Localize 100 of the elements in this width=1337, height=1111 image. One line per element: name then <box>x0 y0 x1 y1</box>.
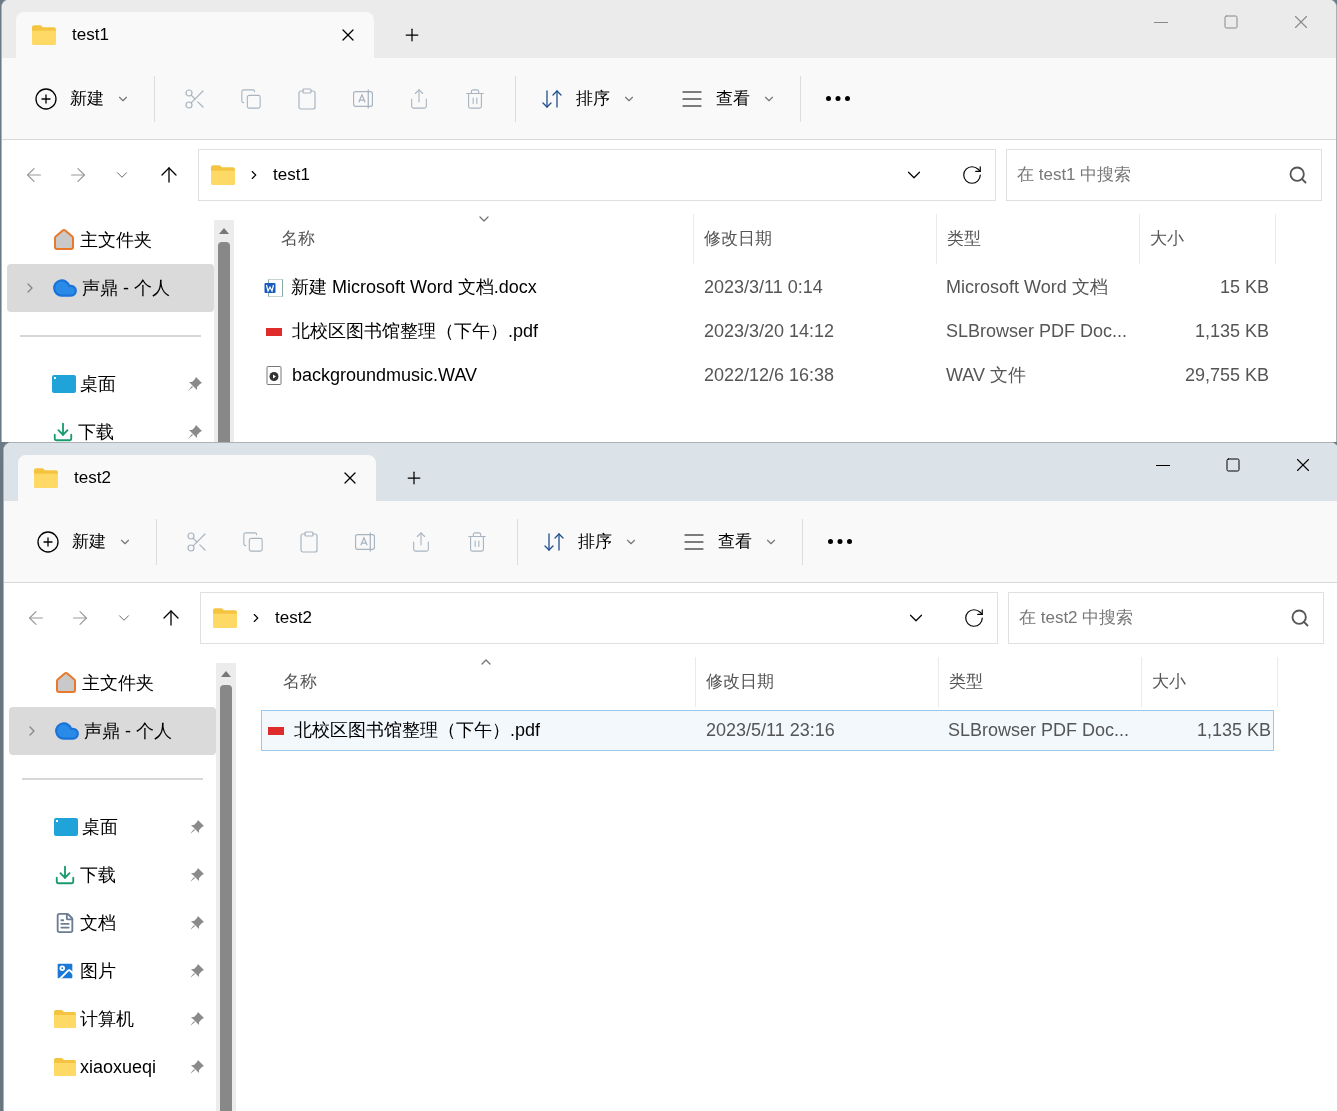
tab[interactable]: test1 <box>16 12 374 58</box>
share-icon <box>408 87 430 110</box>
view-button[interactable]: 查看 <box>668 78 788 119</box>
pin-icon <box>188 377 202 391</box>
clipboard-icon <box>297 529 321 554</box>
pin-icon <box>188 425 202 439</box>
sidebar-item[interactable]: xiaoxueqi <box>9 1043 216 1091</box>
file-size: 1,135 KB <box>1195 719 1272 742</box>
tab-title: test1 <box>72 24 110 47</box>
folder-icon <box>213 608 237 628</box>
column-header[interactable]: 名称 <box>258 669 317 695</box>
modified-date: 2023/5/11 23:16 <box>705 719 836 742</box>
column-header[interactable]: 大小 <box>1140 226 1184 252</box>
file-type: SLBrowser PDF Doc... <box>945 320 1129 343</box>
column-header[interactable]: 名称 <box>256 226 315 252</box>
search-field[interactable]: 在 test1 中搜索 <box>1006 149 1322 201</box>
sidebar-item[interactable]: 主文件夹 <box>9 659 216 707</box>
sidebar-item[interactable]: 桌面 <box>7 360 214 408</box>
address-path: test2 <box>275 607 313 630</box>
file-type: WAV 文件 <box>945 364 1027 387</box>
file-size: 1,135 KB <box>1193 320 1270 343</box>
sidebar-label: xiaoxueqi <box>80 1055 158 1079</box>
sort-button[interactable]: 排序 <box>530 521 650 562</box>
sidebar-label: 主文件夹 <box>82 671 155 695</box>
audio-file-icon <box>266 366 282 385</box>
maximize-icon <box>1225 457 1241 473</box>
folder-icon <box>211 165 235 185</box>
sidebar-item[interactable]: 声鼎 - 个人 <box>7 264 214 312</box>
pin-icon <box>190 820 204 834</box>
rename-icon <box>353 88 373 109</box>
sidebar-item[interactable]: 下载 <box>7 408 214 442</box>
sidebar-label: 桌面 <box>80 372 117 396</box>
copy-icon <box>242 530 264 553</box>
rename-icon <box>355 531 375 552</box>
trash-icon <box>466 530 488 553</box>
maximize-icon <box>1223 14 1239 30</box>
column-header[interactable]: 修改日期 <box>696 669 774 695</box>
sort-button[interactable]: 排序 <box>528 78 648 119</box>
word-document-icon <box>264 278 283 297</box>
new-button[interactable]: 新建 <box>22 78 142 119</box>
sidebar-label: 声鼎 - 个人 <box>84 719 173 743</box>
modified-date: 2023/3/20 14:12 <box>703 320 836 343</box>
search-field[interactable]: 在 test2 中搜索 <box>1008 592 1324 644</box>
file-size: 29,755 KB <box>1183 364 1270 387</box>
sidebar-item[interactable]: 计算机 <box>9 995 216 1043</box>
sidebar-label: 文档 <box>80 911 117 935</box>
modified-date: 2023/3/11 0:14 <box>703 276 824 299</box>
clipboard-icon <box>295 86 319 111</box>
file-row[interactable]: 北校区图书馆整理（下午）.pdf 2023/5/11 23:16 SLBrowser PDF Doc... 1,135 KB <box>261 710 1274 751</box>
pin-icon <box>190 868 204 882</box>
desktop-icon <box>54 818 78 836</box>
sidebar-label: 声鼎 - 个人 <box>82 276 171 300</box>
file-name: backgroundmusic.WAV <box>292 364 478 387</box>
file-row[interactable]: 北校区图书馆整理（下午）.pdf 2023/3/20 14:12 SLBrowser PDF Doc... 1,135 KB <box>259 311 1272 352</box>
tab[interactable]: test2 <box>18 455 376 501</box>
column-header[interactable]: 类型 <box>937 226 981 252</box>
file-row[interactable]: backgroundmusic.WAV 2022/12/6 16:38 WAV 文件 29,755 KB <box>259 355 1272 396</box>
column-header[interactable]: 大小 <box>1142 669 1186 695</box>
refresh-icon[interactable] <box>961 164 983 186</box>
more-icon <box>826 96 850 101</box>
file-row[interactable]: 新建 Microsoft Word 文档.docx 2023/3/11 0:14 Microsoft Word 文档 15 KB <box>259 267 1272 308</box>
tab-title: test2 <box>74 467 112 490</box>
sidebar-item[interactable]: 图片 <box>9 947 216 995</box>
download-icon <box>52 421 74 442</box>
sidebar-item[interactable]: 下载 <box>9 851 216 899</box>
sidebar-label: 主文件夹 <box>80 228 153 252</box>
view-button[interactable]: 查看 <box>670 521 790 562</box>
sidebar-label: 下载 <box>78 420 115 442</box>
sidebar-item[interactable]: 主文件夹 <box>7 216 214 264</box>
sidebar-item[interactable]: 文档 <box>9 899 216 947</box>
sidebar-label: 下载 <box>80 863 117 887</box>
sidebar-label: 计算机 <box>80 1007 135 1031</box>
pdf-icon <box>268 726 284 735</box>
folder-icon <box>54 1010 76 1028</box>
modified-date: 2022/12/6 16:38 <box>703 364 836 387</box>
picture-icon <box>54 960 76 982</box>
address-bar[interactable]: test2 <box>200 592 998 644</box>
file-size: 15 KB <box>1218 276 1270 299</box>
more-icon <box>828 539 852 544</box>
pin-icon <box>190 916 204 930</box>
home-icon <box>52 228 76 252</box>
plus-circle-icon <box>36 529 60 554</box>
file-name: 新建 Microsoft Word 文档.docx <box>291 276 537 299</box>
column-header[interactable]: 类型 <box>939 669 983 695</box>
refresh-icon[interactable] <box>963 607 985 629</box>
file-type: Microsoft Word 文档 <box>945 276 1109 299</box>
sidebar-item[interactable]: 桌面 <box>9 803 216 851</box>
search-icon <box>1290 608 1310 628</box>
folder-icon <box>54 1058 76 1076</box>
address-bar[interactable]: test1 <box>198 149 996 201</box>
folder-icon <box>32 25 56 45</box>
column-header[interactable]: 修改日期 <box>694 226 772 252</box>
plus-circle-icon <box>34 86 58 111</box>
folder-icon <box>34 468 58 488</box>
share-icon <box>410 530 432 553</box>
document-icon <box>54 912 76 934</box>
new-button[interactable]: 新建 <box>24 521 144 562</box>
pin-icon <box>190 1012 204 1026</box>
file-type: SLBrowser PDF Doc... <box>947 719 1131 742</box>
sidebar-item[interactable]: 声鼎 - 个人 <box>9 707 216 755</box>
